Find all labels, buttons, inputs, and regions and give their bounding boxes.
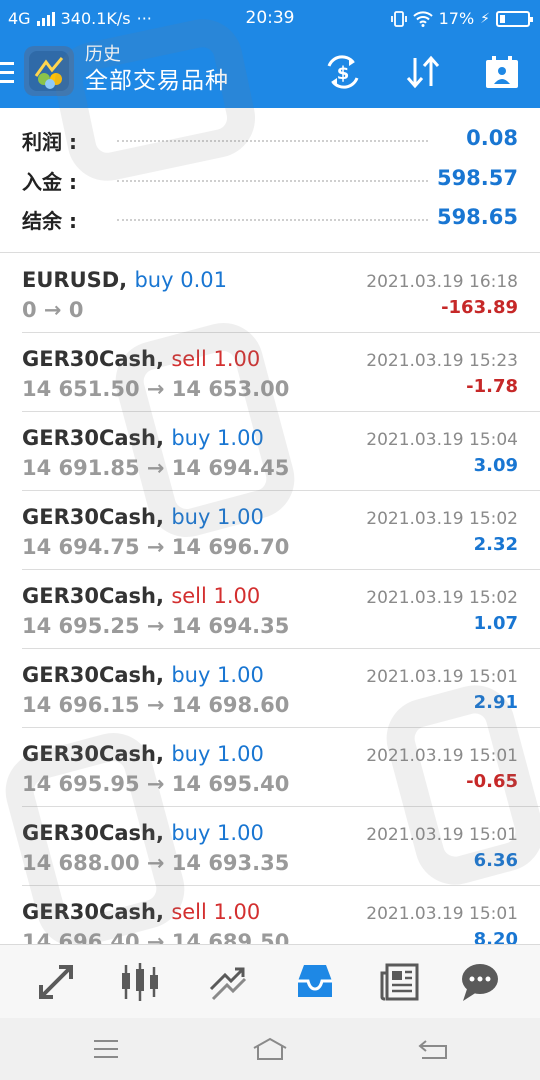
deal-time: 2021.03.19 15:04 (366, 430, 518, 450)
deal-time: 2021.03.19 15:02 (366, 509, 518, 529)
deal-row[interactable]: GER30Cash, buy 1.00 14 696.15 → 14 698.6… (22, 649, 540, 728)
summary-value: 598.57 (436, 166, 518, 190)
summary-label: 入金 : (22, 170, 77, 194)
back-icon[interactable] (414, 1036, 454, 1062)
deal-profit: 2.32 (473, 534, 518, 555)
svg-text:$: $ (337, 63, 350, 84)
deal-profit: 8.20 (473, 929, 518, 944)
deal-time: 2021.03.19 16:18 (366, 272, 518, 292)
status-bar: 4G 340.1K/s ··· 20:39 17% ⚡ (0, 0, 540, 36)
app-header: 4G 340.1K/s ··· 20:39 17% ⚡ 历史 全部交易品种 $ (0, 0, 540, 108)
deal-symbol: GER30Cash, (22, 347, 164, 371)
deal-symbol: EURUSD, (22, 268, 128, 292)
deal-row[interactable]: GER30Cash, buy 1.00 14 691.85 → 14 694.4… (22, 412, 540, 491)
calendar-icon[interactable] (482, 54, 522, 90)
deal-profit: 3.09 (473, 455, 518, 476)
deal-symbol: GER30Cash, (22, 821, 164, 845)
chat-icon[interactable] (457, 959, 503, 1005)
deal-symbol: GER30Cash, (22, 663, 164, 687)
vibrate-icon (390, 10, 407, 27)
system-navigation-bar (0, 1018, 540, 1080)
deal-time: 2021.03.19 15:23 (366, 351, 518, 371)
deal-profit: -0.65 (466, 771, 518, 792)
bottom-navigation (0, 944, 540, 1018)
dollar-exchange-icon[interactable]: $ (323, 54, 363, 90)
deal-side: buy 1.00 (171, 821, 264, 845)
menu-icon[interactable] (0, 62, 14, 84)
deal-prices: 14 651.50 → 14 653.00 (22, 377, 290, 401)
wifi-icon (412, 10, 433, 27)
deal-symbol: GER30Cash, (22, 584, 164, 608)
deal-symbol: GER30Cash, (22, 742, 164, 766)
summary-row-balance: 结余 : 598.65 (22, 201, 518, 237)
summary-row-deposit: 入金 : 598.57 (22, 162, 518, 198)
app-logo[interactable] (24, 46, 74, 96)
deal-time: 2021.03.19 15:01 (366, 667, 518, 687)
deal-side: buy 1.00 (171, 505, 264, 529)
summary-label: 利润 : (22, 130, 77, 154)
deal-side: sell 1.00 (171, 584, 261, 608)
account-summary: 利润 : 0.08 入金 : 598.57 结余 : 598.65 (0, 108, 540, 253)
deal-side: buy 0.01 (134, 268, 227, 292)
sort-icon[interactable] (403, 54, 443, 90)
deal-time: 2021.03.19 15:01 (366, 825, 518, 845)
deal-row[interactable]: GER30Cash, buy 1.00 14 694.75 → 14 696.7… (22, 491, 540, 570)
recents-icon[interactable] (86, 1036, 126, 1062)
deal-side: buy 1.00 (171, 663, 264, 687)
deal-side: buy 1.00 (171, 426, 264, 450)
deal-prices: 0 → 0 (22, 298, 84, 322)
summary-value: 598.65 (436, 205, 518, 229)
history-icon[interactable] (292, 959, 338, 1005)
deal-symbol: GER30Cash, (22, 900, 164, 924)
deals-list[interactable]: EURUSD, buy 0.01 0 → 0 2021.03.19 16:18 … (0, 254, 540, 944)
deal-profit: 1.07 (473, 613, 518, 634)
deal-symbol: GER30Cash, (22, 426, 164, 450)
home-icon[interactable] (250, 1036, 290, 1062)
summary-label: 结余 : (22, 209, 77, 233)
deal-row[interactable]: GER30Cash, buy 1.00 14 688.00 → 14 693.3… (22, 807, 540, 886)
deal-prices: 14 694.75 → 14 696.70 (22, 535, 290, 559)
battery-icon (496, 10, 533, 27)
deal-profit: 2.91 (473, 692, 518, 713)
summary-value: 0.08 (466, 126, 518, 150)
deal-time: 2021.03.19 15:01 (366, 904, 518, 924)
deal-prices: 14 696.15 → 14 698.60 (22, 693, 290, 717)
deal-prices: 14 695.25 → 14 694.35 (22, 614, 290, 638)
deal-row[interactable]: GER30Cash, sell 1.00 14 696.40 → 14 689.… (22, 886, 540, 944)
trade-icon[interactable] (205, 959, 251, 1005)
screen-subtitle: 历史 (85, 44, 121, 65)
deal-row[interactable]: GER30Cash, buy 1.00 14 695.95 → 14 695.4… (22, 728, 540, 807)
deal-side: sell 1.00 (171, 347, 261, 371)
deal-symbol: GER30Cash, (22, 505, 164, 529)
deal-row[interactable]: GER30Cash, sell 1.00 14 695.25 → 14 694.… (22, 570, 540, 649)
quotes-icon[interactable] (33, 959, 79, 1005)
deal-prices: 14 691.85 → 14 694.45 (22, 456, 290, 480)
deal-profit: -163.89 (441, 297, 518, 318)
deal-row[interactable]: EURUSD, buy 0.01 0 → 0 2021.03.19 16:18 … (22, 254, 540, 333)
deal-row[interactable]: GER30Cash, sell 1.00 14 651.50 → 14 653.… (22, 333, 540, 412)
charging-icon: ⚡ (480, 10, 490, 27)
screen-title[interactable]: 全部交易品种 (85, 66, 229, 96)
deal-time: 2021.03.19 15:02 (366, 588, 518, 608)
deal-profit: 6.36 (473, 850, 518, 871)
deal-profit: -1.78 (466, 376, 518, 397)
deal-prices: 14 688.00 → 14 693.35 (22, 851, 290, 875)
battery-percent: 17% (438, 9, 475, 28)
deal-side: sell 1.00 (171, 900, 261, 924)
news-icon[interactable] (377, 959, 423, 1005)
deal-time: 2021.03.19 15:01 (366, 746, 518, 766)
summary-row-profit: 利润 : 0.08 (22, 122, 518, 158)
chart-candles-icon[interactable] (117, 959, 163, 1005)
deal-prices: 14 696.40 → 14 689.50 (22, 930, 290, 944)
deal-prices: 14 695.95 → 14 695.40 (22, 772, 290, 796)
deal-side: buy 1.00 (171, 742, 264, 766)
